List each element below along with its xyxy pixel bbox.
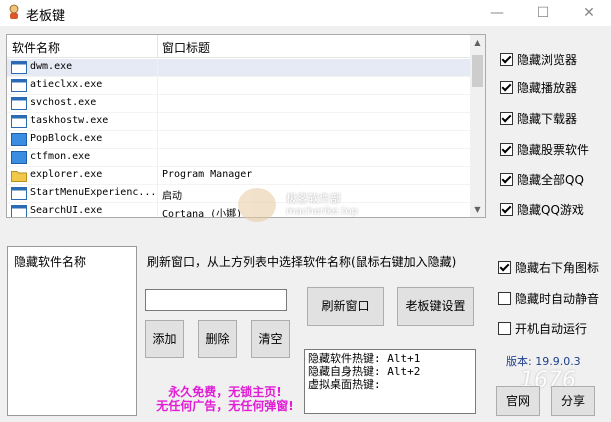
table-row[interactable]: atieclxx.exe — [7, 77, 470, 95]
hotkey-virtual-desktop: 虚拟桌面热键: — [308, 378, 381, 391]
row-software-name: svchost.exe — [30, 97, 97, 108]
checkbox-box[interactable] — [500, 143, 513, 156]
hide-stock-checkbox[interactable]: 隐藏股票软件 — [500, 141, 589, 158]
table-row[interactable]: dwm.exe — [7, 59, 470, 77]
watermark-line2: macherike.top — [286, 206, 358, 217]
row-software-name: StartMenuExperienc... — [30, 187, 157, 198]
checkbox-label: 隐藏下载器 — [517, 112, 578, 126]
minimize-button[interactable]: — — [474, 0, 520, 26]
hide-player-checkbox[interactable]: 隐藏播放器 — [500, 79, 577, 96]
row-window-title: Program Manager — [162, 169, 253, 180]
table-row[interactable]: taskhostw.exe — [7, 113, 470, 131]
checkbox-label: 隐藏QQ游戏 — [517, 203, 584, 217]
checkbox-box[interactable] — [500, 112, 513, 125]
checkbox-label: 隐藏时自动静音 — [515, 292, 600, 306]
boss-key-app-icon — [9, 4, 19, 19]
checkbox-box[interactable] — [498, 261, 511, 274]
table-row[interactable]: ctfmon.exe — [7, 149, 470, 167]
scroll-thumb[interactable] — [472, 55, 483, 87]
table-row[interactable]: explorer.exe Program Manager — [7, 167, 470, 185]
folder-icon — [11, 169, 27, 182]
official-website-button[interactable]: 官网 — [496, 386, 540, 416]
scroll-down-arrow-icon[interactable]: ▼ — [470, 202, 485, 217]
share-button[interactable]: 分享 — [551, 386, 595, 416]
hidden-list-header: 隐藏软件名称 — [14, 255, 87, 269]
promo-line2: 无任何广告，无任何弹窗! — [156, 399, 294, 413]
checkbox-label: 隐藏浏览器 — [517, 53, 578, 67]
row-software-name: SearchUI.exe — [30, 205, 103, 216]
window-icon — [11, 97, 27, 110]
hide-all-qq-checkbox[interactable]: 隐藏全部QQ — [500, 171, 584, 188]
close-button[interactable]: ✕ — [566, 0, 611, 26]
checkbox-label: 隐藏股票软件 — [517, 143, 590, 157]
row-software-name: ctfmon.exe — [30, 151, 91, 162]
hotkeys-info: 隐藏软件热键: Alt+1 隐藏自身热键: Alt+2 虚拟桌面热键: — [304, 349, 476, 414]
checkbox-box[interactable] — [500, 203, 513, 216]
promo-text: 永久免费，无锁主页! 无任何广告，无任何弹窗! — [140, 385, 310, 413]
row-software-name: atieclxx.exe — [30, 79, 103, 90]
boss-key-settings-button[interactable]: 老板键设置 — [397, 287, 474, 326]
hide-browser-checkbox[interactable]: 隐藏浏览器 — [500, 51, 577, 68]
checkbox-box[interactable] — [500, 53, 513, 66]
window-icon — [11, 187, 27, 200]
checkbox-box[interactable] — [498, 292, 511, 305]
delete-button[interactable]: 删除 — [198, 320, 237, 358]
window-title: 老板键 — [26, 9, 66, 24]
title-bar: 老板键 — ☐ ✕ — [0, 0, 611, 26]
hotkey-hide-software: 隐藏软件热键: Alt+1 — [308, 352, 421, 365]
hide-tray-icon-checkbox[interactable]: 隐藏右下角图标 — [498, 259, 599, 276]
hide-qq-games-checkbox[interactable]: 隐藏QQ游戏 — [500, 201, 584, 218]
table-row[interactable]: svchost.exe — [7, 95, 470, 113]
column-header-software-name[interactable]: 软件名称 — [12, 39, 60, 56]
hotkey-hide-self: 隐藏自身热键: Alt+2 — [308, 365, 421, 378]
version-label: 版本: 19.9.0.3 — [506, 355, 581, 368]
app-icon — [11, 133, 27, 146]
hidden-software-list[interactable]: 隐藏软件名称 — [7, 246, 137, 416]
checkbox-label: 开机自动运行 — [515, 322, 588, 336]
app-icon — [11, 151, 27, 164]
checkbox-box[interactable] — [500, 173, 513, 186]
checkbox-box[interactable] — [498, 322, 511, 335]
window-icon — [11, 115, 27, 128]
row-software-name: dwm.exe — [30, 61, 73, 72]
refresh-window-button[interactable]: 刷新窗口 — [307, 287, 384, 326]
checkbox-label: 隐藏全部QQ — [517, 173, 584, 187]
table-row[interactable]: PopBlock.exe — [7, 131, 470, 149]
row-software-name: explorer.exe — [30, 169, 103, 180]
clear-button[interactable]: 清空 — [251, 320, 290, 358]
window-icon — [11, 61, 27, 74]
promo-line1: 永久免费，无锁主页! — [168, 385, 282, 399]
checkbox-label: 隐藏播放器 — [517, 81, 578, 95]
process-list-scrollbar[interactable]: ▲ ▼ — [470, 35, 485, 217]
row-window-title: Cortana (小娜) — [162, 209, 243, 218]
watermark-line1: 极客软件部 — [286, 192, 341, 205]
checkbox-label: 隐藏右下角图标 — [515, 261, 600, 275]
instruction-text: 刷新窗口，从上方列表中选择软件名称(鼠标右键加入隐藏) — [147, 255, 457, 269]
add-button[interactable]: 添加 — [145, 320, 184, 358]
process-list-header: 软件名称 窗口标题 — [7, 35, 470, 58]
site-watermark: 极客软件部 macherike.top — [236, 186, 366, 226]
column-header-window-title[interactable]: 窗口标题 — [162, 39, 210, 56]
scroll-up-arrow-icon[interactable]: ▲ — [470, 35, 485, 50]
row-software-name: PopBlock.exe — [30, 133, 103, 144]
hide-downloader-checkbox[interactable]: 隐藏下载器 — [500, 110, 577, 127]
window-icon — [11, 205, 27, 217]
autostart-checkbox[interactable]: 开机自动运行 — [498, 320, 587, 337]
row-window-title: 启动 — [162, 191, 182, 202]
row-software-name: taskhostw.exe — [30, 115, 109, 126]
dog-mascot-icon — [238, 188, 276, 222]
maximize-button[interactable]: ☐ — [520, 0, 566, 26]
checkbox-box[interactable] — [500, 81, 513, 94]
auto-mute-checkbox[interactable]: 隐藏时自动静音 — [498, 290, 599, 307]
window-icon — [11, 79, 27, 92]
software-name-input[interactable] — [145, 289, 287, 311]
